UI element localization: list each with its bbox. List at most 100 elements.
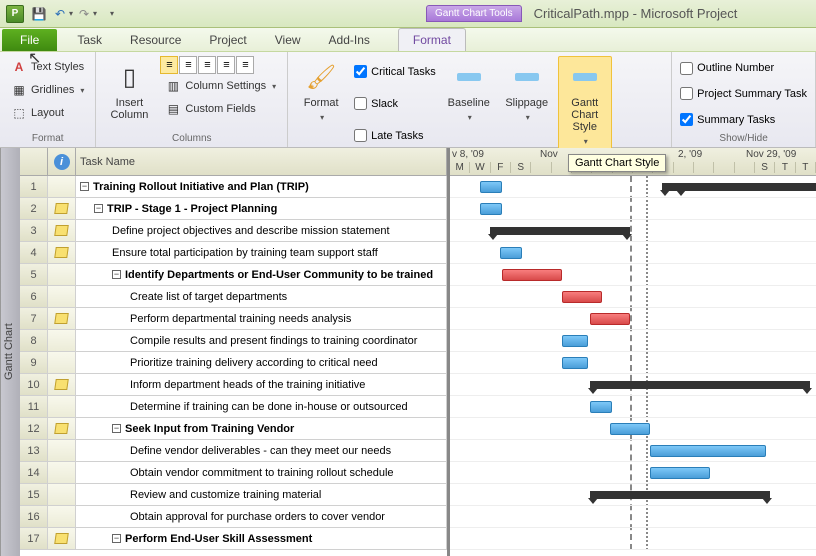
info-cell[interactable]	[48, 374, 76, 395]
table-row[interactable]: 10Inform department heads of the trainin…	[20, 374, 447, 396]
gantt-row[interactable]	[450, 352, 816, 374]
undo-button[interactable]: ↶▾	[52, 3, 74, 25]
info-cell[interactable]	[48, 506, 76, 527]
row-number-cell[interactable]: 3	[20, 220, 48, 241]
info-cell[interactable]	[48, 308, 76, 329]
summary-bar[interactable]	[590, 491, 770, 499]
task-name-cell[interactable]: Create list of target departments	[76, 286, 447, 307]
baseline-button[interactable]: Baseline▾	[442, 56, 496, 151]
gantt-row[interactable]	[450, 176, 816, 198]
gantt-row[interactable]	[450, 220, 816, 242]
insert-column-button[interactable]: ▯ Insert Column	[102, 56, 156, 132]
task-name-cell[interactable]: Perform departmental training needs anal…	[76, 308, 447, 329]
task-name-cell[interactable]: −Training Rollout Initiative and Plan (T…	[76, 176, 447, 197]
gantt-row[interactable]	[450, 462, 816, 484]
info-cell[interactable]	[48, 484, 76, 505]
row-number-cell[interactable]: 17	[20, 528, 48, 549]
gantt-row[interactable]	[450, 396, 816, 418]
save-button[interactable]: 💾	[28, 3, 50, 25]
gantt-row[interactable]	[450, 506, 816, 528]
info-cell[interactable]	[48, 352, 76, 373]
task-name-cell[interactable]: −Seek Input from Training Vendor	[76, 418, 447, 439]
task-name-cell[interactable]: Compile results and present findings to …	[76, 330, 447, 351]
row-number-cell[interactable]: 7	[20, 308, 48, 329]
tab-format[interactable]: Format	[398, 28, 466, 51]
table-row[interactable]: 14Obtain vendor commitment to training r…	[20, 462, 447, 484]
gantt-row[interactable]	[450, 374, 816, 396]
row-number-cell[interactable]: 4	[20, 242, 48, 263]
info-cell[interactable]	[48, 396, 76, 417]
info-column-header[interactable]: i	[48, 148, 76, 175]
wrap-text-button[interactable]: ≡	[236, 56, 254, 74]
row-number-cell[interactable]: 1	[20, 176, 48, 197]
table-row[interactable]: 6 Create list of target departments	[20, 286, 447, 308]
app-menu-button[interactable]: P	[4, 3, 26, 25]
task-name-cell[interactable]: Prioritize training delivery according t…	[76, 352, 447, 373]
slack-checkbox[interactable]: Slack	[352, 95, 438, 112]
gantt-row[interactable]	[450, 484, 816, 506]
info-cell[interactable]	[48, 330, 76, 351]
task-bar[interactable]	[650, 445, 766, 457]
task-bar[interactable]	[610, 423, 650, 435]
task-name-cell[interactable]: −Perform End-User Skill Assessment	[76, 528, 447, 549]
task-name-cell[interactable]: Define project objectives and describe m…	[76, 220, 447, 241]
task-name-column-header[interactable]: Task Name	[76, 148, 447, 175]
align-left-button[interactable]: ≡	[160, 56, 178, 74]
table-row[interactable]: 3 Define project objectives and describe …	[20, 220, 447, 242]
task-bar[interactable]	[562, 335, 588, 347]
info-cell[interactable]	[48, 176, 76, 197]
task-name-cell[interactable]: Determine if training can be done in-hou…	[76, 396, 447, 417]
align-center-button[interactable]: ≡	[179, 56, 197, 74]
qat-customize-button[interactable]: ▾	[100, 3, 122, 25]
critical-tasks-checkbox[interactable]: Critical Tasks	[352, 63, 438, 80]
gantt-body[interactable]	[450, 176, 816, 550]
row-number-cell[interactable]: 2	[20, 198, 48, 219]
table-row[interactable]: 12 −Seek Input from Training Vendor	[20, 418, 447, 440]
task-name-cell[interactable]: −Identify Departments or End-User Commun…	[76, 264, 447, 285]
task-bar[interactable]	[590, 401, 612, 413]
table-row[interactable]: 2 −TRIP - Stage 1 - Project Planning	[20, 198, 447, 220]
row-number-cell[interactable]: 11	[20, 396, 48, 417]
gantt-row[interactable]	[450, 528, 816, 550]
table-row[interactable]: 15Review and customize training material	[20, 484, 447, 506]
select-all-cell[interactable]	[20, 148, 48, 175]
row-number-cell[interactable]: 8	[20, 330, 48, 351]
custom-fields-button[interactable]: ▤Custom Fields	[160, 98, 281, 120]
align-right-button[interactable]: ≡	[198, 56, 216, 74]
info-cell[interactable]	[48, 418, 76, 439]
gantt-row[interactable]	[450, 286, 816, 308]
task-bar[interactable]	[650, 467, 710, 479]
table-row[interactable]: 17 −Perform End-User Skill Assessment	[20, 528, 447, 550]
collapse-icon[interactable]: −	[112, 534, 121, 543]
gantt-chart[interactable]: v 8, '09 Nov 2, '09 Nov 29, '09 Gantt Ch…	[450, 148, 816, 556]
info-cell[interactable]	[48, 440, 76, 461]
row-number-cell[interactable]: 6	[20, 286, 48, 307]
task-name-cell[interactable]: −TRIP - Stage 1 - Project Planning	[76, 198, 447, 219]
gantt-row[interactable]	[450, 198, 816, 220]
file-tab[interactable]: File	[2, 29, 57, 51]
task-name-cell[interactable]: Define vendor deliverables - can they me…	[76, 440, 447, 461]
info-cell[interactable]	[48, 528, 76, 549]
info-cell[interactable]	[48, 242, 76, 263]
row-number-cell[interactable]: 14	[20, 462, 48, 483]
column-settings-button[interactable]: ▥Column Settings▾	[160, 75, 281, 97]
table-row[interactable]: 8 Compile results and present findings to…	[20, 330, 447, 352]
text-styles-button[interactable]: AText Styles	[6, 56, 89, 78]
info-cell[interactable]	[48, 462, 76, 483]
task-bar[interactable]	[562, 291, 602, 303]
task-bar[interactable]	[480, 203, 502, 215]
collapse-icon[interactable]: −	[112, 424, 121, 433]
tab-addins[interactable]: Add-Ins	[315, 29, 384, 51]
gantt-row[interactable]	[450, 418, 816, 440]
late-tasks-checkbox[interactable]: Late Tasks	[352, 127, 438, 144]
table-row[interactable]: 5 −Identify Departments or End-User Commu…	[20, 264, 447, 286]
table-row[interactable]: 11 Determine if training can be done in-h…	[20, 396, 447, 418]
table-row[interactable]: 1 −Training Rollout Initiative and Plan (…	[20, 176, 447, 198]
gantt-row[interactable]	[450, 242, 816, 264]
row-number-cell[interactable]: 5	[20, 264, 48, 285]
tab-project[interactable]: Project	[195, 29, 260, 51]
collapse-icon[interactable]: −	[94, 204, 103, 213]
gridlines-button[interactable]: ▦Gridlines▾	[6, 79, 89, 101]
row-number-cell[interactable]: 12	[20, 418, 48, 439]
task-bar[interactable]	[480, 181, 502, 193]
